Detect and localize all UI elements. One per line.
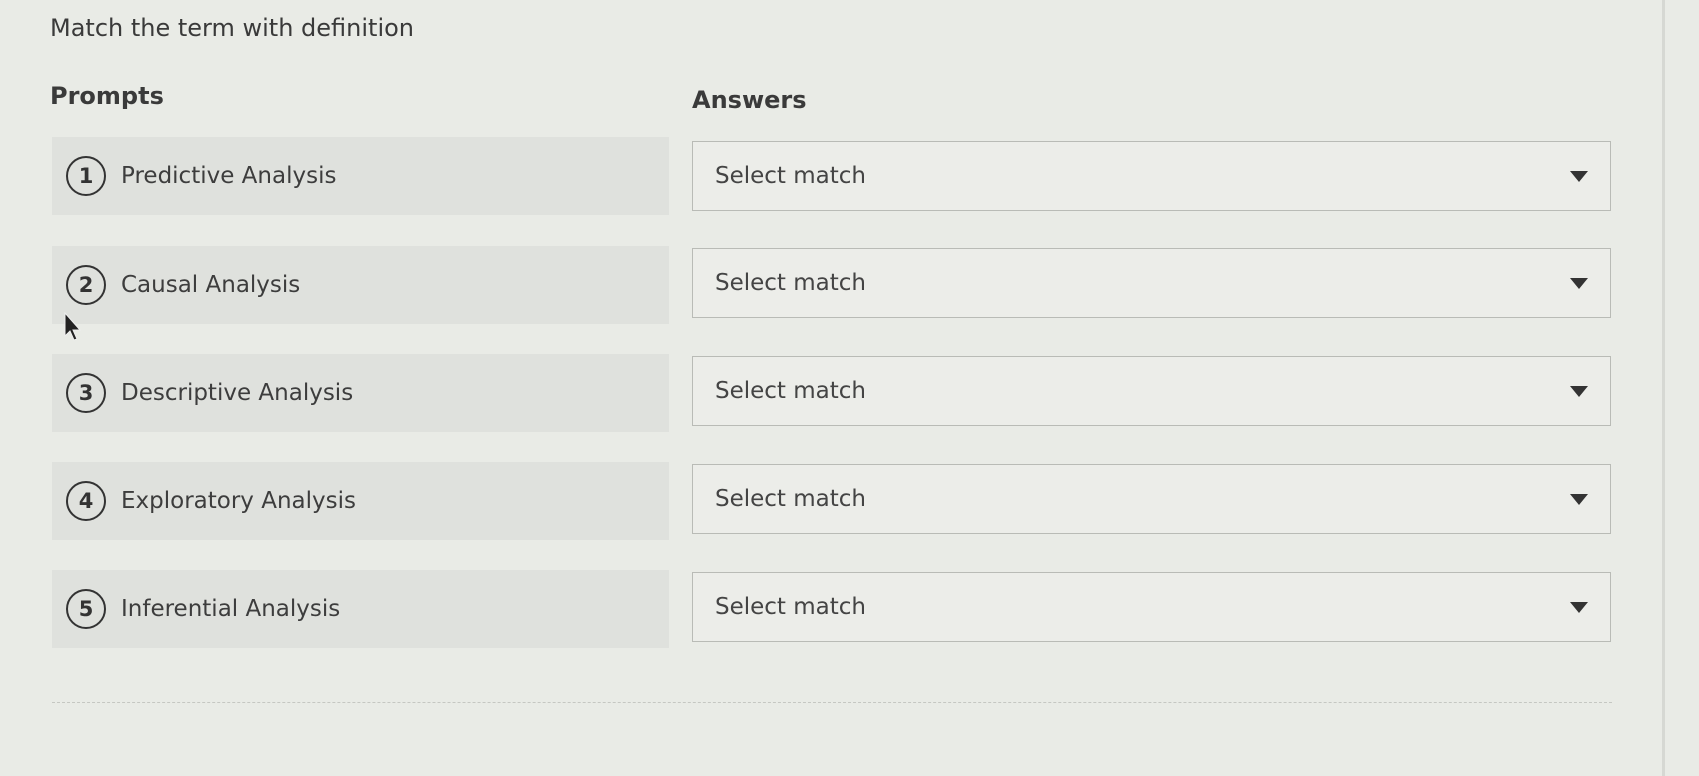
select-value: Select match: [715, 163, 867, 189]
prompt-text: Predictive Analysis: [121, 163, 337, 189]
chevron-down-icon: [1570, 602, 1588, 613]
prompt-row-5: 5 Inferential Analysis: [52, 570, 669, 648]
chevron-down-icon: [1570, 494, 1588, 505]
prompt-number-badge: 4: [66, 481, 106, 521]
prompt-text: Inferential Analysis: [121, 596, 341, 622]
answers-column-header: Answers: [692, 86, 807, 114]
question-title: Match the term with definition: [50, 14, 415, 42]
mouse-pointer-icon: [64, 312, 82, 341]
select-value: Select match: [715, 378, 867, 404]
select-value: Select match: [715, 594, 867, 620]
select-value: Select match: [715, 486, 867, 512]
prompt-number-badge: 5: [66, 589, 106, 629]
answer-select-2[interactable]: Select match: [692, 248, 1611, 318]
prompt-text: Causal Analysis: [121, 272, 301, 298]
prompt-number-badge: 3: [66, 373, 106, 413]
answer-select-4[interactable]: Select match: [692, 464, 1611, 534]
prompt-row-4: 4 Exploratory Analysis: [52, 462, 669, 540]
section-divider: [52, 702, 1612, 703]
answer-select-5[interactable]: Select match: [692, 572, 1611, 642]
prompt-number-badge: 1: [66, 156, 106, 196]
page-edge-divider: [1662, 0, 1665, 776]
answer-select-3[interactable]: Select match: [692, 356, 1611, 426]
chevron-down-icon: [1570, 386, 1588, 397]
prompt-row-2: 2 Causal Analysis: [52, 246, 669, 324]
chevron-down-icon: [1570, 171, 1588, 182]
prompt-number-badge: 2: [66, 265, 106, 305]
prompt-row-3: 3 Descriptive Analysis: [52, 354, 669, 432]
select-value: Select match: [715, 270, 867, 296]
prompt-row-1: 1 Predictive Analysis: [52, 137, 669, 215]
chevron-down-icon: [1570, 278, 1588, 289]
prompt-text: Exploratory Analysis: [121, 488, 356, 514]
answer-select-1[interactable]: Select match: [692, 141, 1611, 211]
prompts-column-header: Prompts: [50, 82, 164, 110]
prompt-text: Descriptive Analysis: [121, 380, 354, 406]
